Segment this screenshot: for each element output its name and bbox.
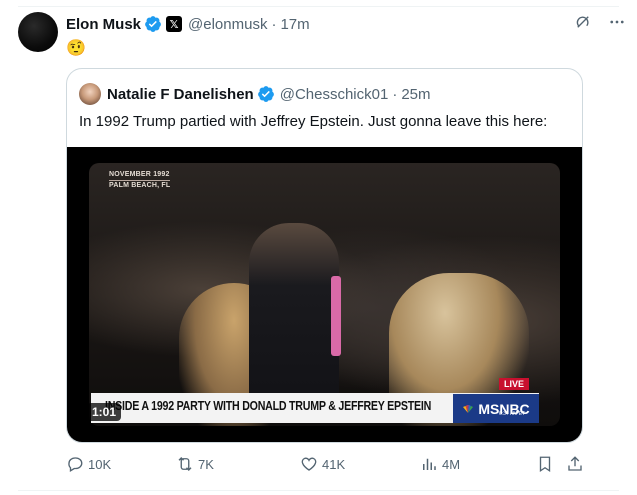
repost-button[interactable]: 7K: [176, 455, 214, 473]
separator-dot: ·: [392, 85, 398, 103]
video-scene-detail: [331, 276, 341, 356]
live-badge: LIVE: [499, 378, 530, 390]
tweet-avatar[interactable]: [18, 12, 58, 52]
quoted-author-name[interactable]: Natalie F Danelishen: [107, 86, 254, 103]
heart-icon: [301, 457, 317, 471]
bookmark-button[interactable]: [536, 455, 554, 473]
video-placard: NOVEMBER 1992 PALM BEACH, FL: [109, 170, 171, 190]
tweet-time[interactable]: 17m: [280, 16, 309, 33]
video-scene-figure: [249, 223, 339, 403]
tweet-top-actions: [573, 12, 627, 32]
verified-icon: [144, 15, 162, 33]
author-name[interactable]: Elon Musk: [66, 16, 141, 33]
share-button[interactable]: [566, 455, 584, 473]
quoted-text: In 1992 Trump partied with Jeffrey Epste…: [79, 113, 548, 130]
bookmark-icon: [539, 456, 551, 473]
network-logo: MSNBC: [453, 394, 539, 423]
reply-button[interactable]: 10K: [66, 455, 111, 473]
quoted-header: Natalie F Danelishen @Chesschick01 · 25m: [79, 83, 431, 105]
reply-count: 10K: [88, 456, 112, 472]
video-frame: [89, 163, 560, 426]
video-chyron-text: INSIDE A 1992 PARTY WITH DONALD TRUMP & …: [105, 398, 432, 413]
quoted-avatar[interactable]: [79, 83, 101, 105]
separator-dot: ·: [271, 15, 277, 33]
quoted-author-handle[interactable]: @Chesschick01: [280, 86, 389, 103]
view-count: 4M: [442, 456, 461, 472]
repost-icon: [178, 457, 192, 471]
like-count: 41K: [322, 456, 346, 472]
share-icon: [568, 456, 582, 471]
reply-icon: [68, 457, 83, 472]
bottom-divider: [18, 490, 619, 491]
grok-icon[interactable]: [573, 12, 593, 32]
tweet-text-emoji: 🤨: [66, 40, 86, 57]
author-handle[interactable]: @elonmusk: [188, 16, 267, 33]
tweet-actions: 10K 7K 41K 4M: [66, 452, 601, 476]
placard-date: NOVEMBER 1992: [109, 170, 171, 181]
tweet-header: Elon Musk 𝕏 @elonmusk · 17m: [66, 14, 310, 34]
views-icon: [423, 458, 436, 470]
repost-count: 7K: [198, 456, 214, 472]
video-duration: 1:01: [87, 403, 122, 421]
x-affiliation-icon[interactable]: 𝕏: [166, 16, 183, 32]
top-divider: [18, 6, 619, 7]
verified-icon: [257, 85, 275, 103]
quoted-tweet[interactable]: Natalie F Danelishen @Chesschick01 · 25m…: [66, 68, 583, 443]
placard-location: PALM BEACH, FL: [109, 182, 171, 189]
video-player[interactable]: NOVEMBER 1992 PALM BEACH, FL INSIDE A 19…: [67, 147, 582, 442]
more-icon[interactable]: [607, 12, 627, 32]
like-button[interactable]: 41K: [300, 455, 345, 473]
broadcast-clock: 6:37 AM ET: [499, 411, 526, 417]
peacock-icon: [463, 404, 474, 413]
views-button[interactable]: 4M: [420, 455, 460, 473]
quoted-time[interactable]: 25m: [401, 86, 430, 103]
